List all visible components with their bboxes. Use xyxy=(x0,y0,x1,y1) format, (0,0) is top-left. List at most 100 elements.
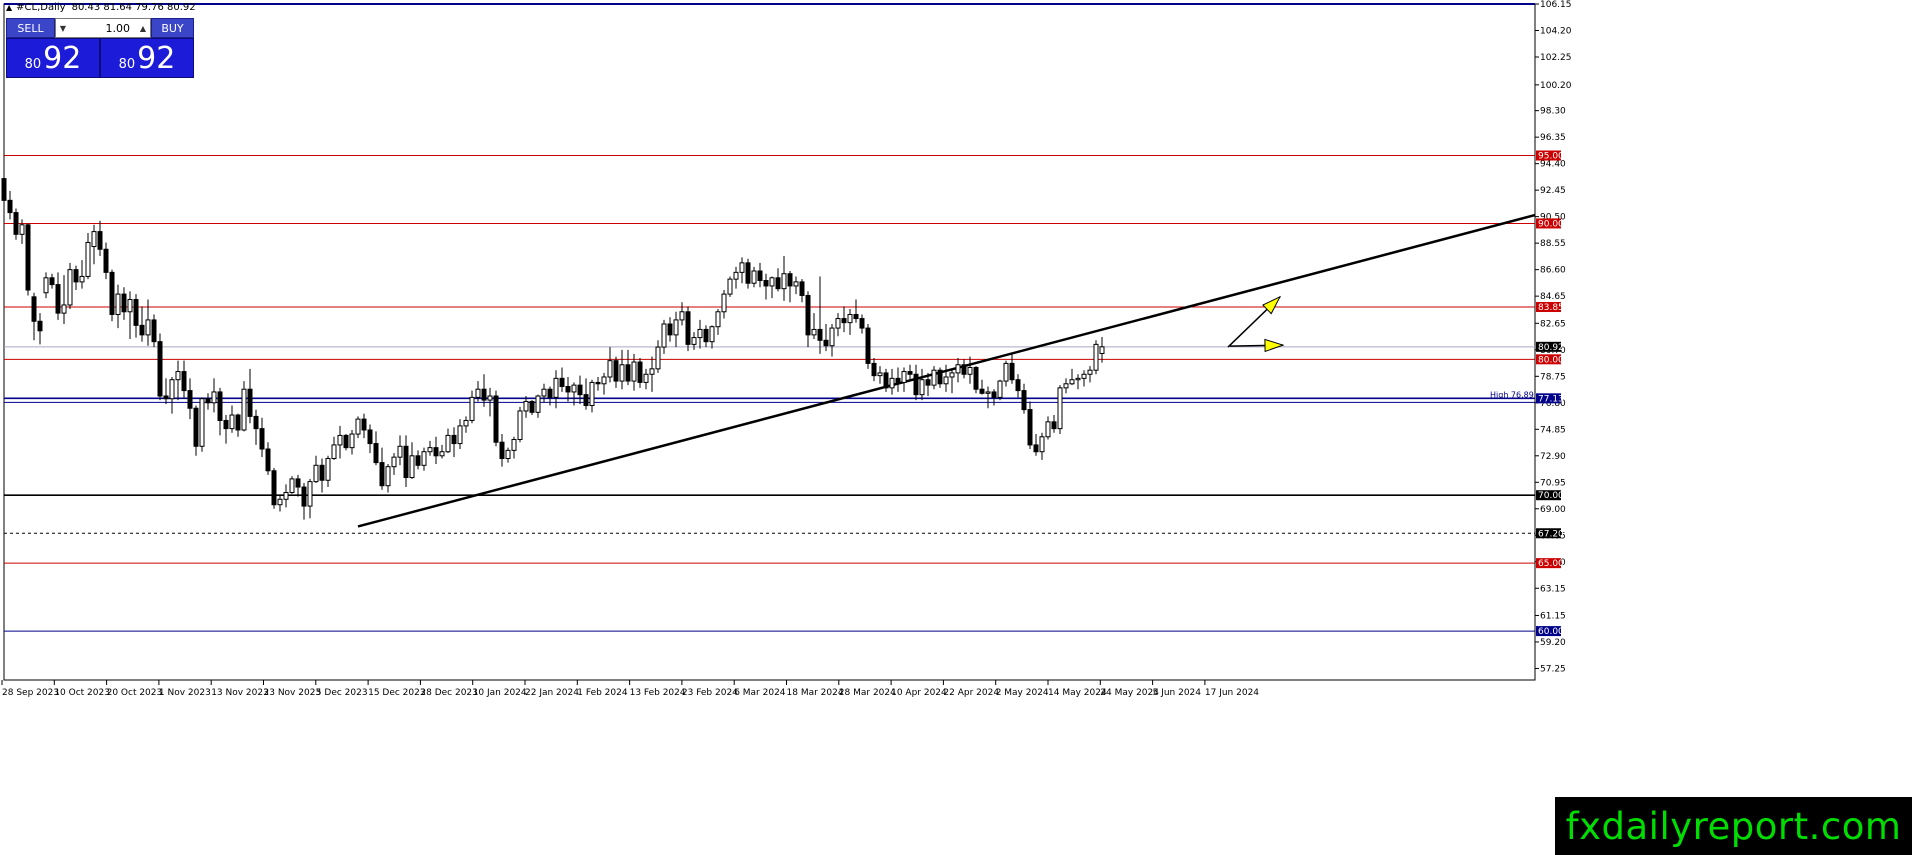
candle-body xyxy=(991,391,997,398)
candle-body xyxy=(247,388,253,417)
y-tick-label: 96.35 xyxy=(1540,133,1566,143)
y-tick-label: 82.65 xyxy=(1540,319,1566,329)
buy-price-prefix: 80 xyxy=(118,57,136,72)
candle-body xyxy=(589,381,595,407)
candle-body xyxy=(13,212,19,235)
y-tick-label: 63.15 xyxy=(1540,584,1566,594)
y-tick-label: 102.25 xyxy=(1540,53,1572,63)
y-tick-label: 57.25 xyxy=(1540,664,1566,674)
candle-body xyxy=(55,284,61,314)
x-tick-label: 22 Jan 2024 xyxy=(525,688,579,698)
candle-body xyxy=(181,371,187,392)
candle-body xyxy=(457,425,463,445)
candle-body xyxy=(781,273,787,290)
buy-button[interactable]: BUY xyxy=(151,18,194,38)
candle-body xyxy=(109,271,115,315)
candle-body xyxy=(127,299,133,313)
collapse-triangle-icon[interactable]: ▲ xyxy=(6,3,12,12)
candle-body xyxy=(343,434,349,449)
lot-increase-icon[interactable]: ▲ xyxy=(136,24,150,33)
candle-body xyxy=(331,444,337,460)
candle-body xyxy=(307,481,313,507)
candle-body xyxy=(751,270,757,284)
sell-button[interactable]: SELL xyxy=(6,18,55,38)
candle-body xyxy=(157,341,163,397)
candle-body xyxy=(415,455,421,466)
symbol-label: #CL,Daily xyxy=(16,1,66,13)
candle-body xyxy=(967,366,973,375)
candle-body xyxy=(421,451,427,466)
candle-body xyxy=(43,277,49,294)
candle-body xyxy=(787,273,793,287)
candle-body xyxy=(1009,362,1015,381)
candle-body xyxy=(901,371,907,383)
candle-body xyxy=(37,320,43,332)
candle-body xyxy=(283,491,289,500)
candle-body xyxy=(733,271,739,280)
candle-body xyxy=(1069,379,1075,385)
candle-body xyxy=(229,414,235,430)
y-tick-label: 61.15 xyxy=(1540,611,1566,621)
chart-header: ▲ #CL,Daily 80.43 81.64 79.76 80.92 xyxy=(0,0,196,14)
candle-body xyxy=(175,371,181,381)
x-tick-label: 10 Oct 2023 xyxy=(54,688,110,698)
candle-body xyxy=(61,304,67,314)
candle-body xyxy=(925,379,931,386)
candle-body xyxy=(211,391,217,404)
candle-body xyxy=(553,377,559,398)
candle-body xyxy=(799,281,805,296)
candle-body xyxy=(703,328,709,343)
level-price-label: 95.00 xyxy=(1538,152,1564,162)
candle-body xyxy=(1063,383,1069,389)
x-tick-label: 6 Mar 2024 xyxy=(734,688,786,698)
y-tick-label: 106.15 xyxy=(1540,0,1572,10)
candle-body xyxy=(91,231,97,248)
candle-body xyxy=(847,313,853,324)
price-chart[interactable]: High 76.89 106.15 104.20 102.25 100.20 98.30… xyxy=(0,0,1912,855)
candle-body xyxy=(619,364,625,382)
candle-body xyxy=(1093,343,1099,371)
candle-body xyxy=(67,269,73,306)
lot-size-input[interactable]: 1.00 xyxy=(70,22,136,35)
candle-body xyxy=(919,379,925,396)
x-tick-label: 10 Jan 2024 xyxy=(473,688,527,698)
y-tick-label: 84.65 xyxy=(1540,292,1566,302)
candle-body xyxy=(655,346,661,370)
lot-decrease-icon[interactable]: ▼ xyxy=(56,24,70,33)
candle-body xyxy=(1075,377,1081,381)
candle-body xyxy=(685,311,691,345)
candle-body xyxy=(721,293,727,313)
candle-body xyxy=(169,379,175,400)
candle-body xyxy=(139,324,145,336)
candle-body xyxy=(1003,362,1009,382)
buy-price-box[interactable]: 80 92 xyxy=(100,38,194,78)
candle-body xyxy=(349,433,355,449)
y-tick-label: 98.30 xyxy=(1540,107,1566,117)
candle-body xyxy=(829,327,835,347)
lot-size-control: ▼ 1.00 ▲ xyxy=(55,18,151,38)
candle-body xyxy=(661,323,667,348)
candle-body xyxy=(151,319,157,343)
candle-body xyxy=(817,328,823,341)
sell-price-box[interactable]: 80 92 xyxy=(6,38,100,78)
candle-body xyxy=(673,319,679,336)
candle-body xyxy=(439,451,445,457)
level-price-label: 83.85 xyxy=(1538,303,1564,313)
candle-body xyxy=(979,388,985,394)
candle-body xyxy=(547,388,553,398)
y-tick-label: 69.00 xyxy=(1540,505,1566,515)
candle-body xyxy=(319,464,325,481)
candle-body xyxy=(1099,346,1105,354)
candle-body xyxy=(529,400,535,413)
candle-body xyxy=(565,386,571,393)
candle-body xyxy=(691,337,697,345)
candle-body xyxy=(427,447,433,453)
level-price-label: 60.00 xyxy=(1538,627,1564,637)
candle-body xyxy=(295,478,301,488)
candle-body xyxy=(841,318,847,324)
candle-body xyxy=(265,448,271,472)
candle-body xyxy=(115,293,121,315)
candle-body xyxy=(475,388,481,398)
one-click-trading-panel: SELL ▼ 1.00 ▲ BUY 80 92 80 92 xyxy=(6,18,194,78)
candle-body xyxy=(985,391,991,394)
